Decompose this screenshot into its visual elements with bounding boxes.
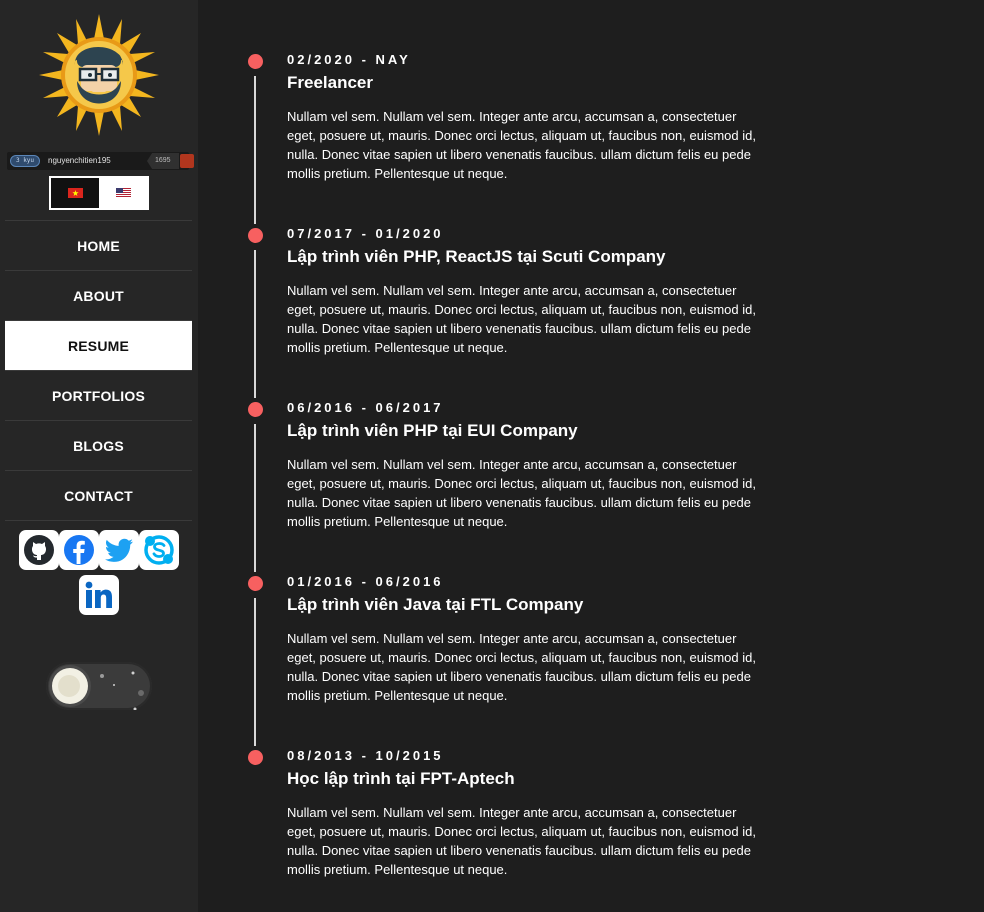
entry-date: 02/2020 - NAY <box>287 52 411 67</box>
facebook-icon <box>64 535 94 565</box>
bearded-man-sun-icon <box>39 14 159 136</box>
us-flag-icon <box>116 188 131 198</box>
timeline-line <box>254 250 256 398</box>
entry-title: Học lập trình tại FPT-Aptech <box>287 769 515 788</box>
honor-score: 1695 <box>155 157 171 164</box>
sidebar: 3 kyu nguyenchitien195 1695 HOME ABOUT R… <box>0 0 198 912</box>
entry-date: 07/2017 - 01/2020 <box>287 226 444 241</box>
language-switcher <box>49 176 149 210</box>
main-nav: HOME ABOUT RESUME PORTFOLIOS BLOGS CONTA… <box>5 220 192 521</box>
vietnam-flag-icon <box>68 188 83 198</box>
github-link[interactable] <box>19 530 59 570</box>
entry-description: Nullam vel sem. Nullam vel sem. Integer … <box>287 805 756 877</box>
timeline-dot <box>248 228 263 243</box>
nav-item-about[interactable]: ABOUT <box>5 271 192 321</box>
linkedin-icon <box>85 581 112 608</box>
codewars-badge[interactable]: 3 kyu nguyenchitien195 1695 <box>7 152 194 170</box>
codewars-logo-icon <box>180 154 194 168</box>
avatar-logo[interactable] <box>39 14 159 136</box>
twitter-link[interactable] <box>99 530 139 570</box>
nav-item-contact[interactable]: CONTACT <box>5 471 192 521</box>
language-option-en[interactable] <box>99 178 147 208</box>
rank-badge: 3 kyu <box>10 155 40 167</box>
timeline-dot <box>248 54 263 69</box>
entry-description: Nullam vel sem. Nullam vel sem. Integer … <box>287 457 756 529</box>
nav-item-blogs[interactable]: BLOGS <box>5 421 192 471</box>
entry-description: Nullam vel sem. Nullam vel sem. Integer … <box>287 283 756 355</box>
entry-description: Nullam vel sem. Nullam vel sem. Integer … <box>287 109 756 181</box>
username: nguyenchitien195 <box>48 156 111 165</box>
timeline-line <box>254 424 256 572</box>
timeline-dot <box>248 576 263 591</box>
language-option-vi[interactable] <box>51 178 99 208</box>
entry-title: Lập trình viên PHP, ReactJS tại Scuti Co… <box>287 247 666 266</box>
theme-toggle[interactable] <box>46 662 152 710</box>
entry-date: 01/2016 - 06/2016 <box>287 574 444 589</box>
timeline-dot <box>248 402 263 417</box>
resume-timeline: 02/2020 - NAY Freelancer Nullam vel sem.… <box>198 0 984 912</box>
entry-date: 08/2013 - 10/2015 <box>287 748 444 763</box>
entry-date: 06/2016 - 06/2017 <box>287 400 444 415</box>
twitter-icon <box>104 538 133 562</box>
nav-item-portfolios[interactable]: PORTFOLIOS <box>5 371 192 421</box>
skype-icon <box>144 535 174 565</box>
skype-link[interactable] <box>139 530 179 570</box>
nav-item-resume[interactable]: RESUME <box>5 321 192 371</box>
entry-title: Lập trình viên PHP tại EUI Company <box>287 421 578 440</box>
timeline-dot <box>248 750 263 765</box>
github-icon <box>24 535 54 565</box>
entry-title: Lập trình viên Java tại FTL Company <box>287 595 584 614</box>
timeline-line <box>254 76 256 224</box>
nav-item-home[interactable]: HOME <box>5 221 192 271</box>
stars-decoration <box>100 671 144 710</box>
linkedin-link[interactable] <box>79 575 119 615</box>
entry-title: Freelancer <box>287 73 373 92</box>
timeline-line <box>254 598 256 746</box>
entry-description: Nullam vel sem. Nullam vel sem. Integer … <box>287 631 756 703</box>
facebook-link[interactable] <box>59 530 99 570</box>
